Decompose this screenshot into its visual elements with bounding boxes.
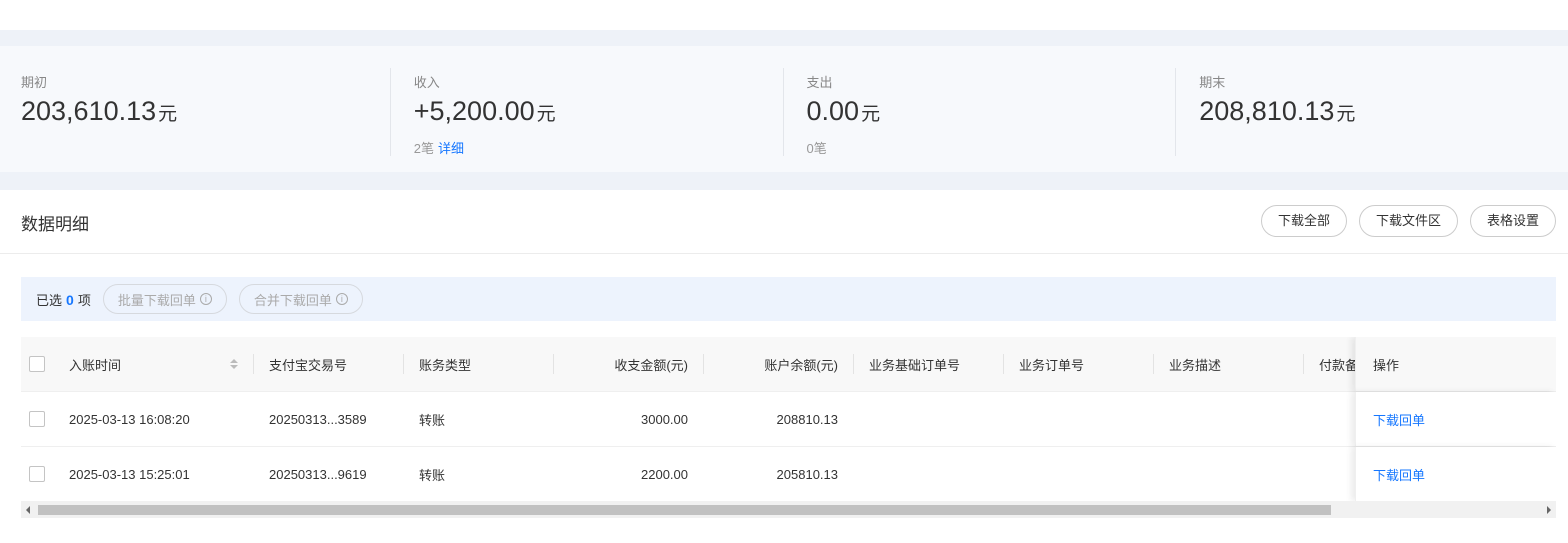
panel-divider (0, 253, 1568, 254)
stat-income-sub: 2笔 详细 (414, 138, 464, 157)
stat-income-unit: 元 (536, 104, 556, 125)
header-time-label: 入账时间 (69, 357, 122, 373)
table-row: 2025-03-13 15:25:01 20250313...9619 转账 2… (21, 447, 1556, 502)
cell-time: 2025-03-13 16:08:20 (69, 411, 190, 427)
stat-income-count: 2笔 (413, 141, 434, 156)
selection-prefix: 已选 (36, 292, 63, 308)
stat-income-label: 收入 (413, 75, 440, 90)
cell-trade-no: 20250313...9619 (269, 466, 367, 482)
selection-suffix: 项 (77, 292, 91, 308)
cell-remark (1304, 447, 1356, 501)
scroll-right-icon[interactable] (1547, 506, 1551, 514)
cell-remark (1304, 392, 1356, 446)
cell-amount: 2200.00 (641, 466, 688, 482)
header-op: 操作 (1355, 337, 1556, 391)
header-balance: 账户余额(元) (704, 337, 854, 391)
selection-count: 0 (66, 291, 74, 308)
stat-income: 收入 +5,200.00 元 2笔 详细 (389, 46, 783, 172)
stat-expense-label: 支出 (806, 75, 833, 90)
cell-amount: 3000.00 (641, 411, 688, 427)
stat-opening-amount: 203,610.13 (21, 96, 157, 126)
table-row: 2025-03-13 16:08:20 20250313...3589 转账 3… (21, 392, 1556, 447)
header-type: 账务类型 (404, 337, 554, 391)
summary-card: 期初 203,610.13 元 收入 +5,200.00 元 2笔 详细 支出 0.0… (0, 46, 1568, 172)
cell-op: 下载回单 (1355, 392, 1556, 446)
cell-base-order (854, 447, 1004, 501)
download-receipt-link[interactable]: 下载回单 (1373, 410, 1425, 429)
stat-closing-value: 208,810.13 元 (1199, 96, 1355, 127)
selection-info: 已选 0 项 (36, 290, 91, 309)
stat-income-amount: +5,200.00 (413, 96, 535, 126)
stat-expense-unit: 元 (861, 104, 881, 125)
header-order: 业务订单号 (1004, 337, 1154, 391)
table-header-row: 入账时间 支付宝交易号 账务类型 收支金额(元) 账户余额(元) 业务基础订单号… (21, 337, 1556, 392)
header-remark: 付款备注 (1319, 357, 1356, 373)
transactions-table: 入账时间 支付宝交易号 账务类型 收支金额(元) 账户余额(元) 业务基础订单号… (21, 337, 1556, 503)
stat-closing-label: 期末 (1199, 75, 1226, 90)
merge-download-label: 合并下载回单 (253, 292, 332, 308)
cell-order (1004, 392, 1154, 446)
cell-balance: 205810.13 (776, 466, 838, 482)
batch-download-button[interactable]: 批量下载回单 i (102, 284, 227, 314)
stat-closing: 期末 208,810.13 元 (1175, 46, 1568, 172)
stat-expense-amount: 0.00 (806, 96, 860, 126)
row-checkbox-cell (21, 447, 54, 501)
stat-opening: 期初 203,610.13 元 (0, 46, 390, 172)
info-icon[interactable]: i (199, 293, 212, 305)
row-checkbox-cell (21, 392, 54, 446)
horizontal-scrollbar[interactable] (21, 501, 1556, 518)
sort-icon[interactable] (230, 359, 238, 369)
stat-expense-value: 0.00 元 (807, 96, 881, 127)
stat-expense: 支出 0.00 元 0笔 (782, 46, 1176, 172)
download-receipt-link[interactable]: 下载回单 (1373, 465, 1425, 484)
cell-balance: 208810.13 (776, 411, 838, 427)
cell-desc (1154, 447, 1304, 501)
stat-expense-sub: 0笔 (807, 138, 827, 157)
selection-bar: 已选 0 项 批量下载回单 i 合并下载回单 i (21, 277, 1556, 321)
cell-trade-no: 20250313...3589 (269, 411, 367, 427)
header-base-order: 业务基础订单号 (854, 337, 1004, 391)
row-checkbox[interactable] (29, 411, 45, 427)
stat-expense-count: 0笔 (806, 141, 827, 156)
scroll-thumb[interactable] (38, 505, 1331, 515)
merge-download-button[interactable]: 合并下载回单 i (238, 284, 363, 314)
stat-closing-unit: 元 (1336, 104, 1356, 125)
cell-base-order (854, 392, 1004, 446)
stat-opening-label: 期初 (21, 75, 48, 90)
header-time[interactable]: 入账时间 (54, 337, 254, 391)
cell-desc (1154, 392, 1304, 446)
scroll-left-icon[interactable] (26, 506, 30, 514)
cell-op: 下载回单 (1355, 447, 1556, 501)
stat-income-value: +5,200.00 元 (414, 96, 556, 127)
stat-opening-unit: 元 (158, 104, 178, 125)
header-amount: 收支金额(元) (554, 337, 704, 391)
header-checkbox-cell (21, 337, 54, 391)
income-detail-link[interactable]: 详细 (438, 141, 464, 156)
row-checkbox[interactable] (29, 466, 45, 482)
batch-download-label: 批量下载回单 (117, 292, 196, 308)
top-strip (0, 0, 1568, 30)
download-all-button[interactable]: 下载全部 (1260, 205, 1347, 237)
panel-title: 数据明细 (21, 215, 89, 234)
stat-closing-amount: 208,810.13 (1199, 96, 1335, 126)
table-settings-button[interactable]: 表格设置 (1469, 205, 1556, 237)
cell-type: 转账 (419, 467, 446, 483)
header-trade-no: 支付宝交易号 (254, 337, 404, 391)
cell-type: 转账 (419, 412, 446, 428)
header-desc: 业务描述 (1154, 337, 1304, 391)
data-detail-panel: 数据明细 下载全部 下载文件区 表格设置 已选 0 项 批量下载回单 i 合并下载回单… (0, 190, 1568, 543)
cell-order (1004, 447, 1154, 501)
select-all-checkbox[interactable] (29, 356, 45, 372)
stat-opening-value: 203,610.13 元 (21, 96, 177, 127)
download-area-button[interactable]: 下载文件区 (1358, 205, 1458, 237)
info-icon[interactable]: i (335, 293, 348, 305)
cell-time: 2025-03-13 15:25:01 (69, 466, 190, 482)
panel-actions: 下载全部 下载文件区 表格设置 (1260, 205, 1556, 237)
